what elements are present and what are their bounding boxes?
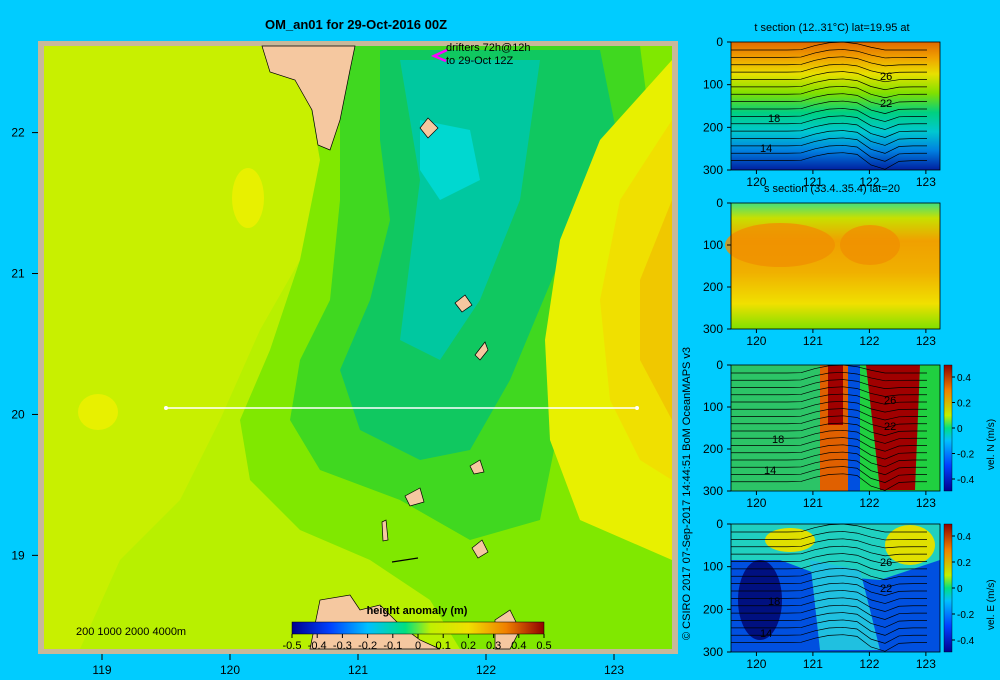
panel-t-section: t section (12..31°C) lat=19.95 at 26 22 … (731, 22, 940, 170)
ve-label-18: 18 (768, 596, 780, 608)
vn-label-22: 22 (884, 421, 896, 433)
panel-y-tick-label: 300 (703, 645, 723, 659)
colorbar-tick-label: -0.2 (358, 640, 377, 652)
y-tick-label: 21 (11, 267, 25, 281)
panel-x-tick-label: 122 (859, 334, 879, 348)
main-title: OM_an01 for 29-Oct-2016 00Z (265, 17, 447, 32)
t-label-26: 26 (880, 71, 892, 83)
panel-y-tick-label: 100 (703, 238, 723, 252)
panel-y-tick-label: 0 (716, 35, 723, 49)
panel-x-tick-label: 121 (803, 334, 823, 348)
ve-cb-label: vel. E (m/s) (986, 579, 997, 630)
panel-y-tick-label: 100 (703, 560, 723, 574)
figure: OM_an01 for 29-Oct-2016 00Z drifters 72h… (11, 17, 997, 677)
main-y-ticks: 22 21 20 19 (11, 126, 38, 562)
panel-y-tick-label: 100 (703, 78, 723, 92)
s-section-title: s section (33.4..35.4) lat=20 (764, 183, 900, 195)
panel-x-tick-label: 122 (859, 657, 879, 671)
vn-label-26: 26 (884, 395, 896, 407)
t-label-22: 22 (880, 98, 892, 110)
colorbar-tick-label: -0.1 (383, 640, 402, 652)
vel-cb-tick-label: 0 (957, 424, 963, 435)
x-tick-label: 123 (604, 663, 624, 677)
vn-label-14: 14 (764, 465, 776, 477)
ve-label-14: 14 (760, 628, 772, 640)
panel-x-tick-label: 120 (746, 496, 766, 510)
colorbar-tick-label: 0 (415, 640, 421, 652)
panel-x-tick-label: 123 (916, 496, 936, 510)
colorbar-tick-label: -0.3 (333, 640, 352, 652)
depth-legend: 200 1000 2000 4000m (76, 626, 186, 638)
panel-x-tick-label: 120 (746, 657, 766, 671)
x-tick-label: 122 (476, 663, 496, 677)
colorbar-tick-label: -0.5 (283, 640, 302, 652)
vel-cb-tick-label: 0.4 (957, 373, 971, 384)
panel-x-tick-label: 121 (803, 175, 823, 189)
vel-cb-tick-label: 0.2 (957, 558, 971, 569)
t-section-title: t section (12..31°C) lat=19.95 at (754, 22, 909, 34)
drifter-line1: drifters 72h@12h (446, 42, 531, 54)
panel-vel-n: 26 22 18 14 0.4 0.2 0 -0.2 -0.4 vel. N (m/s) (731, 364, 997, 492)
vel-cb-tick-label: -0.4 (957, 636, 975, 647)
vn-label-18: 18 (772, 434, 784, 446)
main-map (38, 41, 678, 654)
vel-cb-tick-label: 0.4 (957, 532, 971, 543)
panel-vel-e: 26 22 18 14 0.4 0.2 0 -0.2 -0.4 vel. E (m/s) (731, 523, 997, 653)
ve-label-26: 26 (880, 557, 892, 569)
panel-x-tick-label: 121 (803, 657, 823, 671)
panel-y-tick-label: 200 (703, 280, 723, 294)
panel-y-tick-label: 300 (703, 484, 723, 498)
panel-y-tick-label: 100 (703, 400, 723, 414)
vel-cb-tick-label: -0.2 (957, 610, 975, 621)
panel-s-section: s section (33.4..35.4) lat=20 (725, 183, 940, 329)
panel-x-tick-label: 121 (803, 496, 823, 510)
x-tick-label: 120 (220, 663, 240, 677)
panel-x-tick-label: 123 (916, 175, 936, 189)
panel-y-tick-label: 0 (716, 358, 723, 372)
panel-y-tick-label: 300 (703, 322, 723, 336)
panel-x-tick-label: 120 (746, 334, 766, 348)
t-label-18: 18 (768, 113, 780, 125)
colorbar-tick-label: 0.4 (511, 640, 526, 652)
ve-label-22: 22 (880, 583, 892, 595)
main-x-ticks: 119 120 121 122 123 (92, 654, 624, 677)
panel-x-tick-label: 122 (859, 496, 879, 510)
panel-x-tick-label: 123 (916, 657, 936, 671)
panel-y-tick-label: 200 (703, 442, 723, 456)
colorbar-tick-label: -0.4 (308, 640, 327, 652)
credit-text: © CSIRO 2017 07-Sep-2017 14:44:51 BoM Oc… (681, 347, 693, 640)
colorbar-tick-label: 0.3 (486, 640, 501, 652)
vn-cb-label: vel. N (m/s) (986, 419, 997, 470)
panel-y-tick-label: 200 (703, 602, 723, 616)
colorbar-tick-label: 0.5 (536, 640, 551, 652)
colorbar-tick-label: 0.1 (436, 640, 451, 652)
vel-cb-tick-label: 0.2 (957, 399, 971, 410)
panel-y-tick-label: 200 (703, 120, 723, 134)
panel-y-tick-label: 0 (716, 196, 723, 210)
vel-cb-tick-label: -0.2 (957, 450, 975, 461)
colorbar-tick-label: 0.2 (461, 640, 476, 652)
x-tick-label: 121 (348, 663, 368, 677)
panel-y-tick-label: 0 (716, 517, 723, 531)
panel-x-tick-label: 120 (746, 175, 766, 189)
panel-x-tick-label: 123 (916, 334, 936, 348)
drifter-line2: to 29-Oct 12Z (446, 55, 514, 67)
panel-y-tick-label: 300 (703, 163, 723, 177)
y-tick-label: 22 (11, 126, 25, 140)
vel-cb-tick-label: -0.4 (957, 475, 975, 486)
vel-cb-tick-label: 0 (957, 584, 963, 595)
y-tick-label: 19 (11, 548, 25, 562)
y-tick-label: 20 (11, 407, 25, 421)
panel-x-tick-label: 122 (859, 175, 879, 189)
t-label-14: 14 (760, 143, 772, 155)
colorbar-label: height anomaly (m) (367, 605, 468, 617)
x-tick-label: 119 (92, 663, 111, 677)
